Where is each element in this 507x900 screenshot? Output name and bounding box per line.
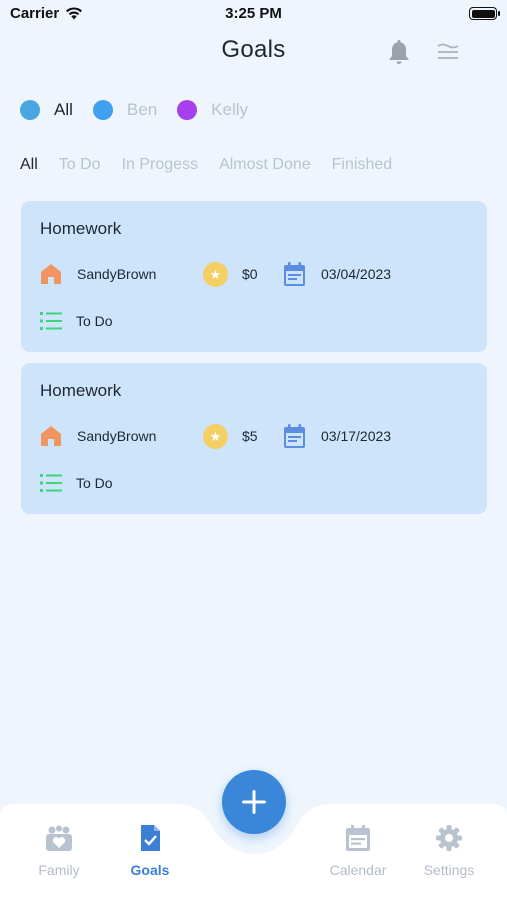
filter-icon[interactable] [436, 42, 460, 62]
bell-icon[interactable] [387, 38, 411, 66]
tab-label: Calendar [329, 862, 387, 878]
list-icon [40, 312, 62, 330]
battery-icon [469, 7, 500, 20]
person-filter-all[interactable]: All [20, 100, 73, 120]
goal-status: To Do [76, 475, 113, 491]
plus-icon [242, 790, 266, 814]
tab-all[interactable]: All [20, 156, 38, 174]
people-filter: All Ben Kelly [20, 100, 268, 120]
tab-settings[interactable]: Settings [409, 824, 489, 878]
person-name: Ben [126, 100, 158, 119]
goal-card[interactable]: Homework SandyBrown ★ $5 03/17/2023 To D… [21, 363, 487, 514]
tab-label: Family [38, 862, 80, 878]
tab-almost-done[interactable]: Almost Done [219, 156, 311, 174]
goal-due-date: 03/17/2023 [321, 428, 392, 444]
settings-icon [436, 825, 462, 851]
tab-label: Goals [130, 862, 170, 878]
calendar-icon [346, 825, 370, 851]
tab-family[interactable]: Family [19, 824, 99, 878]
status-bar: Carrier 3:25 PM [0, 0, 507, 28]
home-icon [41, 264, 61, 284]
goal-due-date: 03/04/2023 [321, 266, 392, 282]
tab-in-progress[interactable]: In Progess [122, 156, 198, 174]
family-icon [46, 825, 72, 851]
list-icon [40, 474, 62, 492]
goal-title: Homework [40, 219, 122, 238]
header: Goals [0, 32, 507, 72]
goal-reward: $0 [242, 266, 258, 282]
person-filter-ben[interactable]: Ben [92, 100, 158, 120]
status-tabs: All To Do In Progess Almost Done Finishe… [20, 156, 413, 174]
tab-calendar[interactable]: Calendar [318, 824, 398, 878]
person-color-dot [177, 100, 198, 120]
coin-icon: ★ [203, 262, 228, 287]
clock: 3:25 PM [225, 5, 282, 22]
page-title: Goals [221, 36, 286, 63]
person-color-dot [20, 100, 40, 120]
goals-icon [141, 825, 160, 851]
add-goal-button[interactable] [222, 770, 286, 834]
person-name: Kelly [211, 100, 249, 119]
goal-card[interactable]: Homework SandyBrown ★ $0 03/04/2023 To D… [21, 201, 487, 352]
goal-owner: SandyBrown [77, 428, 157, 444]
coin-icon: ★ [203, 424, 228, 449]
tab-finished[interactable]: Finished [332, 156, 392, 174]
tab-to-do[interactable]: To Do [59, 156, 101, 174]
person-filter-kelly[interactable]: Kelly [177, 100, 248, 120]
calendar-icon [284, 424, 305, 448]
tab-label: Settings [423, 862, 475, 878]
goal-status: To Do [76, 313, 113, 329]
goal-details-row: SandyBrown ★ $5 03/17/2023 [40, 423, 480, 451]
goal-owner: SandyBrown [77, 266, 157, 282]
goal-reward: $5 [242, 428, 258, 444]
person-color-dot [92, 100, 113, 120]
tab-goals[interactable]: Goals [110, 824, 190, 878]
goal-details-row: SandyBrown ★ $0 03/04/2023 [40, 261, 480, 289]
goal-title: Homework [40, 381, 122, 400]
person-name: All [54, 100, 73, 119]
calendar-icon [284, 262, 305, 286]
home-icon [41, 426, 61, 446]
